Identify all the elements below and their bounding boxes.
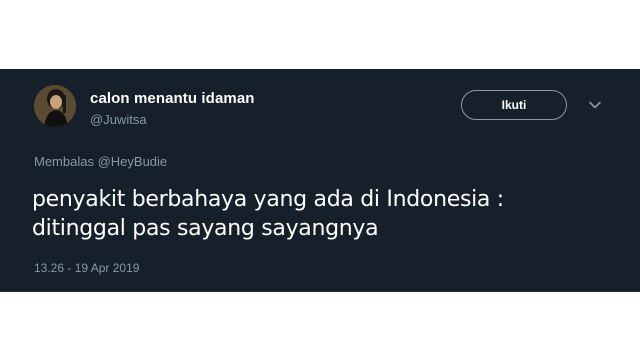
reply-mention-link[interactable]: @HeyBudie [98, 154, 168, 169]
reply-prefix: Membalas [34, 154, 94, 169]
chevron-down-icon[interactable] [587, 97, 603, 113]
tweet-timestamp[interactable]: 13.26 - 19 Apr 2019 [34, 261, 139, 275]
tweet-card: calon menantu idaman @Juwitsa Ikuti Memb… [0, 69, 640, 292]
tweet-text-line: ditinggal pas sayang sayangnya [32, 216, 379, 241]
divider [0, 291, 640, 292]
follow-button-label: Ikuti [501, 98, 527, 112]
user-handle[interactable]: @Juwitsa [90, 112, 147, 127]
display-name[interactable]: calon menantu idaman [90, 90, 255, 107]
follow-button[interactable]: Ikuti [461, 90, 567, 120]
tweet-text-line: penyakit berbahaya yang ada di Indonesia… [32, 187, 504, 212]
reply-context: Membalas @HeyBudie [34, 154, 167, 169]
tweet-text: penyakit berbahaya yang ada di Indonesia… [32, 185, 612, 243]
avatar[interactable] [34, 85, 76, 127]
avatar-photo [34, 85, 76, 127]
